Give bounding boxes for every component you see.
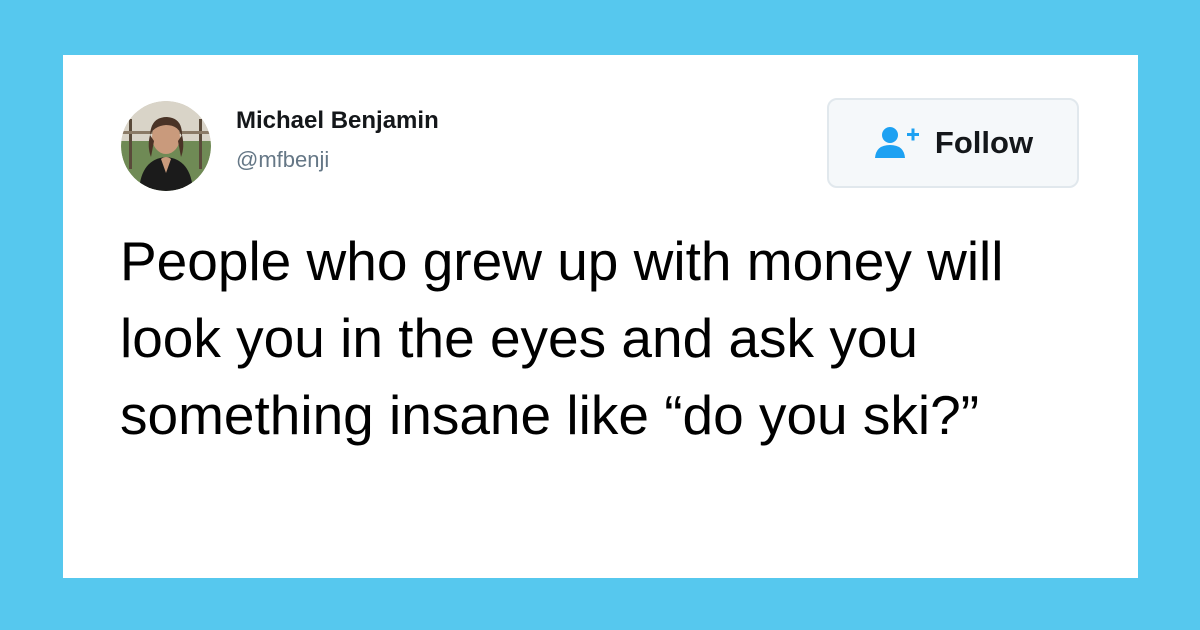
author-name[interactable]: Michael Benjamin (236, 107, 439, 135)
avatar[interactable] (121, 101, 211, 191)
tweet-text: People who grew up with money will look … (120, 230, 1004, 446)
add-user-icon (874, 127, 919, 158)
follow-label: Follow (934, 125, 1034, 160)
follow-button[interactable]: Follow (827, 98, 1079, 188)
tweet-card: Michael Benjamin @mfbenji Follow People … (63, 55, 1138, 578)
author-handle[interactable]: @mfbenji (236, 147, 329, 173)
